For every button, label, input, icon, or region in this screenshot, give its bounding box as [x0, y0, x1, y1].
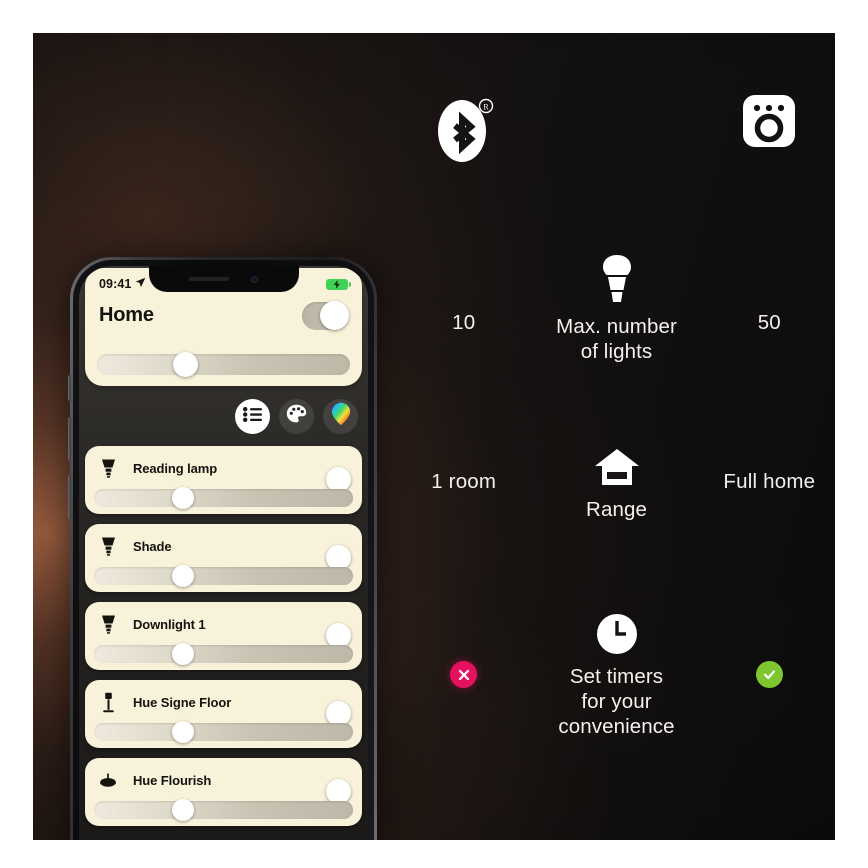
- comparison-panel: R 10 Max. number of lights 50 1 room Ran…: [398, 93, 835, 833]
- light-row-top: Hue Flourish: [97, 765, 351, 804]
- light-name: Hue Flourish: [133, 772, 212, 788]
- max-lights-label-line2: of lights: [580, 340, 653, 363]
- home-title: Home: [99, 304, 154, 326]
- spot-bulb-icon: [97, 458, 119, 478]
- slider-track: [94, 643, 353, 665]
- phone-screen: 09:41 Home Reading lamp Shade Downlight …: [79, 266, 368, 840]
- timers-label-line1: Set timers: [569, 665, 664, 688]
- slider-knob: [172, 352, 198, 377]
- max-lights-right-value: 50: [757, 311, 781, 334]
- light-name: Shade: [133, 538, 172, 554]
- battery-charging-icon: [326, 278, 351, 290]
- location-arrow-icon: [135, 277, 146, 291]
- bluetooth-icon: R: [434, 93, 494, 170]
- range-label: Range: [586, 498, 647, 521]
- home-brightness-slider[interactable]: [97, 352, 350, 377]
- light-row-top: Hue Signe Floor: [97, 687, 351, 726]
- palette-icon: [286, 404, 307, 429]
- home-master-toggle[interactable]: [302, 301, 349, 330]
- mode-button-bar: [235, 399, 358, 434]
- slider-track: [94, 721, 353, 743]
- slider-track: [94, 487, 353, 509]
- light-brightness-slider[interactable]: [94, 565, 353, 587]
- max-lights-label-line1: Max. number: [556, 315, 677, 338]
- comparison-left-connectivity: R: [398, 93, 529, 174]
- comparison-row-max-lights: 10 Max. number of lights 50: [398, 253, 835, 364]
- mode-button-colors[interactable]: [323, 399, 358, 434]
- spot-bulb-icon: [97, 536, 119, 556]
- comparison-right-timers: [704, 613, 835, 688]
- light-name: Reading lamp: [133, 460, 218, 476]
- cross-badge-icon: [450, 661, 478, 688]
- earpiece-speaker: [189, 277, 229, 281]
- slider-knob: [171, 565, 194, 587]
- max-lights-left-value: 10: [452, 311, 476, 334]
- list-item[interactable]: Hue Signe Floor: [85, 680, 362, 748]
- slider-track: [94, 799, 353, 821]
- phone-volume-up-button[interactable]: [68, 417, 71, 461]
- light-brightness-slider[interactable]: [94, 721, 353, 743]
- timers-label-line3: convenience: [558, 715, 675, 738]
- light-row-top: Shade: [97, 531, 351, 570]
- comparison-row-connectivity: R: [398, 93, 835, 174]
- slider-knob: [171, 799, 194, 821]
- light-brightness-slider[interactable]: [94, 799, 353, 821]
- light-row-top: Downlight 1: [97, 609, 351, 648]
- list-icon: [243, 406, 262, 427]
- comparison-left-timers: [398, 613, 529, 688]
- timers-label-line2: for your: [581, 690, 652, 713]
- toggle-track: [302, 301, 349, 330]
- mode-button-list[interactable]: [235, 399, 270, 434]
- comparison-right-max-lights: 50: [704, 253, 835, 336]
- light-name: Downlight 1: [133, 616, 206, 632]
- phone-volume-down-button[interactable]: [68, 475, 71, 519]
- color-picker-icon: [331, 402, 351, 431]
- toggle-knob: [320, 301, 349, 330]
- comparison-right-range: Full home: [704, 448, 835, 495]
- comparison-left-max-lights: 10: [398, 253, 529, 336]
- spot-bulb-icon: [97, 614, 119, 634]
- status-bar-time-group: 09:41: [99, 277, 146, 291]
- comparison-center-range: Range: [529, 448, 703, 522]
- light-bulb-icon: [600, 253, 634, 310]
- slider-knob: [171, 487, 194, 509]
- comparison-right-connectivity: [704, 93, 835, 158]
- slider-track: [94, 565, 353, 587]
- range-left-value: 1 room: [431, 470, 497, 493]
- comparison-row-range: 1 room Range Full home: [398, 448, 835, 522]
- ceiling-lamp-icon: [97, 773, 119, 788]
- comparison-row-timers: Set timers for your convenience: [398, 613, 835, 739]
- list-item[interactable]: Shade: [85, 524, 362, 592]
- light-list: Reading lamp Shade Downlight 1 Hue Signe…: [85, 446, 362, 840]
- light-row-top: Reading lamp: [97, 453, 351, 492]
- phone-mute-switch[interactable]: [68, 375, 71, 401]
- floor-lamp-icon: [97, 692, 119, 713]
- front-camera: [251, 275, 258, 283]
- check-badge-icon: [755, 661, 783, 688]
- list-item[interactable]: Hue Flourish: [85, 758, 362, 826]
- house-icon: [594, 448, 640, 493]
- slider-track: [97, 352, 350, 377]
- phone-mockup: 09:41 Home Reading lamp Shade Downlight …: [68, 257, 377, 840]
- light-name: Hue Signe Floor: [133, 694, 232, 710]
- comparison-center-max-lights: Max. number of lights: [529, 253, 703, 364]
- status-bar-time: 09:41: [99, 277, 132, 291]
- range-right-value: Full home: [723, 470, 816, 493]
- clock-icon: [596, 613, 638, 660]
- hue-bridge-icon: [741, 93, 797, 154]
- list-item[interactable]: Reading lamp: [85, 446, 362, 514]
- mode-button-scenes[interactable]: [279, 399, 314, 434]
- light-brightness-slider[interactable]: [94, 643, 353, 665]
- promo-image: R 10 Max. number of lights 50 1 room Ran…: [33, 33, 835, 840]
- list-item[interactable]: Downlight 1: [85, 602, 362, 670]
- light-brightness-slider[interactable]: [94, 487, 353, 509]
- slider-knob: [171, 643, 194, 665]
- svg-text:R: R: [483, 102, 489, 111]
- slider-knob: [171, 721, 194, 743]
- comparison-left-range: 1 room: [398, 448, 529, 495]
- phone-notch: [148, 266, 299, 292]
- comparison-center-timers: Set timers for your convenience: [529, 613, 703, 739]
